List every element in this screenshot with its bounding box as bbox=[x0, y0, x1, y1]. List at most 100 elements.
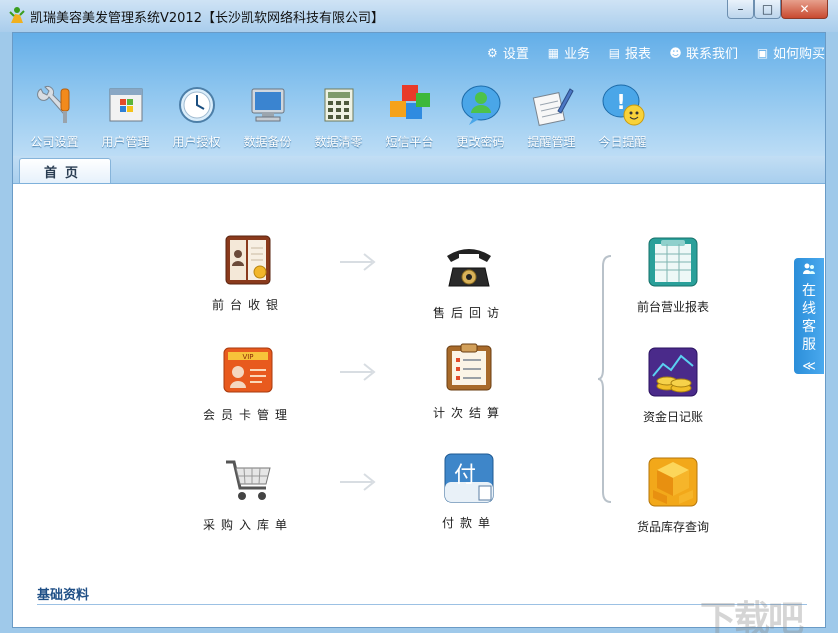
title-bar[interactable]: 凯瑞美容美发管理系统V2012【长沙凯软网络科技有限公司】 – □ ✕ bbox=[0, 0, 838, 32]
svg-text:VIP: VIP bbox=[242, 353, 253, 361]
spreadsheet-report-icon bbox=[648, 237, 698, 287]
daily-sales-report-button[interactable]: 前台营业报表 bbox=[618, 236, 728, 315]
tool-today-reminder[interactable]: ! 今日提醒 bbox=[587, 83, 658, 150]
tab-home[interactable]: 首页 bbox=[19, 158, 111, 183]
tool-label: 提醒管理 bbox=[527, 135, 576, 149]
tool-data-clear[interactable]: 数据清零 bbox=[303, 83, 374, 150]
tool-sms-platform[interactable]: 短信平台 bbox=[374, 83, 445, 150]
header: ⚙ 设置 ▦ 业务 ▤ 报表 ☻ 联系我们 ▣ 如何购买 公司设置 用户管理 用… bbox=[13, 33, 825, 184]
payment-document-icon: 付 bbox=[444, 453, 494, 503]
business-icon: ▦ bbox=[547, 45, 560, 60]
computer-icon bbox=[251, 88, 284, 122]
payment-label: 付款单 bbox=[441, 516, 496, 530]
telephone-icon bbox=[447, 249, 491, 287]
basic-data-section-title[interactable]: 基础资料 bbox=[37, 584, 89, 603]
site-watermark: 下载吧 bbox=[700, 590, 838, 633]
menu-contact-label: 联系我们 bbox=[685, 47, 738, 62]
online-service-tab[interactable]: 在 线 客 服 ≪ bbox=[794, 258, 824, 374]
flow-arrow-icon bbox=[340, 473, 376, 491]
menu-report[interactable]: ▤ 报表 bbox=[608, 43, 651, 63]
cash-journal-label: 资金日记账 bbox=[642, 410, 703, 424]
menu-contact[interactable]: ☻ 联系我们 bbox=[669, 43, 738, 63]
frontdesk-label: 前台收银 bbox=[211, 298, 284, 312]
tool-label: 短信平台 bbox=[385, 135, 434, 149]
main-frame: ⚙ 设置 ▦ 业务 ▤ 报表 ☻ 联系我们 ▣ 如何购买 公司设置 用户管理 用… bbox=[12, 32, 826, 628]
menu-purchase[interactable]: ▣ 如何购买 bbox=[756, 43, 825, 63]
flow-arrow-icon bbox=[340, 363, 376, 381]
frontdesk-cashier-button[interactable]: 前台收银 bbox=[193, 234, 303, 313]
count-settle-label: 计次结算 bbox=[432, 406, 505, 420]
purchase-label: 采购入库单 bbox=[202, 518, 293, 532]
svg-text:!: ! bbox=[616, 90, 625, 114]
menu-business-label: 业务 bbox=[563, 47, 590, 62]
tool-data-backup[interactable]: 数据备份 bbox=[232, 83, 303, 150]
minimize-button[interactable]: – bbox=[727, 0, 754, 19]
payment-voucher-button[interactable]: 付 付款单 bbox=[414, 452, 524, 531]
collapse-chevron-icon: ≪ bbox=[802, 359, 816, 374]
online-service-char: 线 bbox=[802, 301, 816, 317]
cash-journal-button[interactable]: 资金日记账 bbox=[618, 346, 728, 425]
contact-icon: ☻ bbox=[669, 45, 682, 60]
tab-bar: 首页 bbox=[13, 156, 825, 184]
gear-icon: ⚙ bbox=[487, 45, 498, 60]
menu-settings-label: 设置 bbox=[502, 47, 529, 62]
report-icon: ▤ bbox=[608, 45, 621, 60]
inventory-query-button[interactable]: 货品库存查询 bbox=[618, 456, 728, 535]
home-content: 前台收银 VIP 会员卡管理 采购入库单 售后回访 计次结算 付 付款单 前台营… bbox=[13, 184, 825, 627]
tool-company-settings[interactable]: 公司设置 bbox=[19, 83, 90, 150]
close-button[interactable]: ✕ bbox=[781, 0, 828, 19]
tool-label: 数据备份 bbox=[243, 135, 292, 149]
purchase-icon: ▣ bbox=[756, 45, 769, 60]
toolbar: 公司设置 用户管理 用户授权 数据备份 数据清零 短信平台 更改密码 提醒管理 … bbox=[19, 83, 658, 150]
tool-change-password[interactable]: 更改密码 bbox=[445, 83, 516, 150]
watermark-text: 下载吧 bbox=[700, 599, 804, 633]
people-icon bbox=[803, 263, 815, 274]
daily-report-label: 前台营业报表 bbox=[636, 300, 709, 314]
online-service-char: 在 bbox=[802, 283, 816, 299]
tool-label: 今日提醒 bbox=[598, 135, 647, 149]
gold-coins-chart-icon bbox=[648, 347, 698, 397]
calculator-icon bbox=[324, 88, 353, 122]
tool-label: 数据清零 bbox=[314, 135, 363, 149]
menu-report-label: 报表 bbox=[624, 47, 651, 62]
purchase-inbound-button[interactable]: 采购入库单 bbox=[193, 454, 303, 533]
payment-icon-char: 付 bbox=[454, 463, 476, 488]
user-window-icon bbox=[109, 88, 142, 122]
aftersales-visit-button[interactable]: 售后回访 bbox=[414, 242, 524, 321]
ledger-book-icon bbox=[225, 235, 271, 285]
tool-user-authorization[interactable]: 用户授权 bbox=[161, 83, 232, 150]
inventory-label: 货品库存查询 bbox=[636, 520, 709, 534]
member-card-button[interactable]: VIP 会员卡管理 bbox=[193, 344, 303, 423]
online-service-char: 服 bbox=[802, 337, 816, 353]
notepad-pen-icon bbox=[532, 88, 574, 126]
section-divider bbox=[37, 604, 807, 605]
member-card-label: 会员卡管理 bbox=[202, 408, 293, 422]
tool-user-management[interactable]: 用户管理 bbox=[90, 83, 161, 150]
menu-settings[interactable]: ⚙ 设置 bbox=[486, 43, 529, 63]
smiley-bubble-icon: ! bbox=[602, 84, 644, 126]
cubes-icon bbox=[389, 85, 430, 119]
shopping-cart-icon bbox=[226, 460, 271, 500]
stacked-boxes-icon bbox=[648, 457, 698, 507]
menu-purchase-label: 如何购买 bbox=[772, 47, 825, 62]
tool-label: 用户授权 bbox=[172, 135, 221, 149]
grouping-brace-icon bbox=[597, 255, 612, 503]
tool-label: 公司设置 bbox=[30, 135, 79, 149]
tool-reminder-management[interactable]: 提醒管理 bbox=[516, 83, 587, 150]
app-logo-icon bbox=[9, 7, 25, 23]
tools-icon bbox=[36, 85, 69, 123]
tool-label: 用户管理 bbox=[101, 135, 150, 149]
flow-arrow-icon bbox=[340, 253, 376, 271]
clipboard-list-icon bbox=[446, 343, 492, 391]
window-title: 凯瑞美容美发管理系统V2012【长沙凯软网络科技有限公司】 bbox=[30, 11, 384, 26]
top-menu: ⚙ 设置 ▦ 业务 ▤ 报表 ☻ 联系我们 ▣ 如何购买 bbox=[486, 43, 825, 63]
menu-business[interactable]: ▦ 业务 bbox=[547, 43, 590, 63]
aftersales-label: 售后回访 bbox=[432, 306, 505, 320]
count-settlement-button[interactable]: 计次结算 bbox=[414, 342, 524, 421]
user-bubble-icon bbox=[461, 85, 500, 125]
online-service-char: 客 bbox=[802, 319, 816, 335]
vip-card-icon: VIP bbox=[223, 347, 273, 393]
clock-globe-icon bbox=[178, 87, 215, 123]
maximize-button[interactable]: □ bbox=[754, 0, 781, 19]
application-window: 凯瑞美容美发管理系统V2012【长沙凯软网络科技有限公司】 – □ ✕ ⚙ 设置… bbox=[0, 0, 838, 633]
